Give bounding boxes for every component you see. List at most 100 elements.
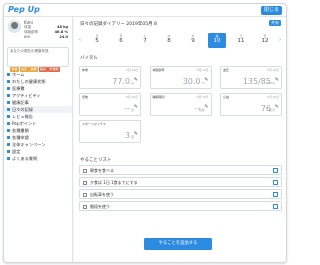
sidebar-item[interactable]: アクティビティ xyxy=(4,92,72,99)
vital-card[interactable]: 体脂肪率 5月 10日 30.0% ✎ xyxy=(149,66,212,89)
vital-card[interactable]: スポーツマイナス 3 回 ✎ xyxy=(79,120,141,143)
todo-checkbox[interactable] xyxy=(83,168,87,173)
share-button[interactable]: 共有 xyxy=(269,20,281,26)
date-cell[interactable]: 水8 xyxy=(160,33,178,48)
menu-bullet-icon xyxy=(7,73,10,76)
sidebar-item-label: 日々の記録 xyxy=(12,107,33,112)
menu-bullet-icon xyxy=(7,157,10,160)
date-day: 5 xyxy=(95,38,99,44)
menu-bullet-icon xyxy=(7,129,10,132)
calendar-icon[interactable] xyxy=(273,180,278,185)
sidebar-item[interactable]: レビュ報告 xyxy=(4,113,72,120)
vital-date: 5月 10日 xyxy=(196,95,209,99)
todo-checkbox[interactable] xyxy=(83,180,87,185)
vital-value: -- xyxy=(124,104,130,113)
calendar-icon[interactable] xyxy=(273,192,278,197)
next-date-arrow-icon[interactable]: › xyxy=(279,37,281,43)
sidebar-item-label: 設定 xyxy=(12,149,21,154)
edit-pencil-icon[interactable]: ✎ xyxy=(134,77,138,83)
menu-bullet-icon xyxy=(7,87,10,90)
date-day: 7 xyxy=(143,38,147,44)
sidebar-item[interactable]: 全体キャンペーン xyxy=(4,141,72,148)
menu-bullet-icon xyxy=(7,80,10,83)
todo-item: 夕食は 1日 1食までにする xyxy=(79,177,282,187)
sidebar-item[interactable]: 各種申請 xyxy=(4,134,72,141)
date-cell[interactable]: 土 11 xyxy=(232,33,250,48)
date-cell[interactable]: 日5 xyxy=(88,33,106,48)
vital-title: 心拍 xyxy=(223,95,230,99)
sidebar-item[interactable]: 医療費 xyxy=(4,85,72,92)
close-button[interactable]: 閉じる xyxy=(260,6,282,15)
calendar-icon[interactable] xyxy=(273,168,278,173)
vital-value: 3 xyxy=(124,131,130,140)
sidebar-item[interactable]: よくある質問 xyxy=(4,155,72,162)
sidebar-item-label: 全体キャンペーン xyxy=(12,142,46,147)
date-day: 12 xyxy=(261,38,269,44)
sidebar-item[interactable]: わたしの健康状態 xyxy=(4,78,72,85)
page-title: 日々の記録ダイアリー 2019年05月 8 xyxy=(80,22,157,27)
app-window: Pep Up 閉じる Kimi 体重 48 kg 体脂肪率 46.8 % BMI 24… xyxy=(3,3,287,263)
sidebar-item[interactable]: 健康記事 xyxy=(4,99,72,106)
vital-card[interactable]: 体重 5月 10日 77.0 kg ✎ xyxy=(79,66,141,89)
sidebar-item-label: 各種申請 xyxy=(12,135,29,140)
edit-pencil-icon[interactable]: ✎ xyxy=(275,104,279,110)
vital-title: 体脂肪率 xyxy=(152,68,165,72)
vital-date: 5月 10日 xyxy=(267,68,279,72)
todo-checkbox[interactable] xyxy=(83,204,87,209)
todo-label: 朝食を食べる xyxy=(90,168,114,173)
date-cell[interactable]: 月6 xyxy=(112,33,130,48)
menu-bullet-icon xyxy=(7,136,10,139)
sidebar-item[interactable]: Pepポイント xyxy=(4,120,72,127)
menu-bullet-icon xyxy=(7,143,10,146)
date-day: 9 xyxy=(191,38,195,44)
calendar-icon[interactable] xyxy=(273,204,278,209)
vitals-section-label: バイタル xyxy=(80,56,98,61)
sidebar-item-label: 各種書類 xyxy=(12,128,29,133)
edit-pencil-icon[interactable]: ✎ xyxy=(204,104,208,110)
edit-pencil-icon[interactable]: ✎ xyxy=(134,104,138,110)
vital-title: 睡眠時間 xyxy=(152,95,165,99)
sidebar-item[interactable]: 各種書類 xyxy=(4,127,72,134)
sidebar-item[interactable]: 設定 xyxy=(4,148,72,155)
avatar[interactable] xyxy=(8,20,21,33)
sidebar-item-label: 医療費 xyxy=(12,86,25,91)
sidebar-item[interactable]: 日々の記録 xyxy=(4,106,72,113)
date-cell[interactable]: 日 12 xyxy=(256,33,274,48)
sidebar-item-label: レビュ報告 xyxy=(12,114,33,119)
date-day: 6 xyxy=(119,38,123,44)
prev-date-arrow-icon[interactable]: ‹ xyxy=(79,37,81,43)
date-cell[interactable]: 火7 xyxy=(136,33,154,48)
todo-item: 階段を使う xyxy=(79,201,282,211)
sidebar-item-label: Pepポイント xyxy=(12,121,37,126)
todo-section-label: やることリスト xyxy=(80,158,112,163)
todo-label: 自転車を使う xyxy=(90,192,114,197)
vital-card[interactable]: 血圧 5月 10日 135/85 mmHg ✎ xyxy=(220,66,282,89)
edit-pencil-icon[interactable]: ✎ xyxy=(134,131,138,137)
vital-card[interactable]: 歩数 5月 10日 -- 歩 ✎ xyxy=(79,93,141,116)
main-content: 日々の記録ダイアリー 2019年05月 8 共有 ‹ › 日5 月6 火7 水8 木9 金… xyxy=(74,17,286,262)
date-day: 10 xyxy=(213,38,221,44)
vital-card[interactable]: 睡眠時間 5月 10日 -- 時間 ✎ xyxy=(149,93,212,116)
sidebar-menu: ホーム わたしの健康状態 医療費アクティビティ 健康記事 日々の記録レビュ報告 Pepポイ… xyxy=(4,71,72,162)
sidebar: Kimi 体重 48 kg 体脂肪率 46.8 % BMI 24.0 あなたの現在の健… xyxy=(4,17,73,262)
menu-bullet-icon xyxy=(7,150,10,153)
sidebar-item-label: アクティビティ xyxy=(12,93,41,98)
sidebar-item-label: よくある質問 xyxy=(12,156,38,161)
vital-card[interactable]: 心拍 5月 10日 76 拍/分 ✎ xyxy=(220,93,282,116)
edit-pencil-icon[interactable]: ✎ xyxy=(204,77,208,83)
add-todo-button[interactable]: やることを追加する xyxy=(144,238,212,250)
app-logo[interactable]: Pep Up xyxy=(8,5,40,14)
sidebar-item-label: わたしの健康状態 xyxy=(12,79,46,84)
edit-pencil-icon[interactable]: ✎ xyxy=(275,77,279,83)
menu-bullet-icon xyxy=(7,115,10,118)
vital-date: 5月 10日 xyxy=(126,68,138,72)
vital-title: 歩数 xyxy=(82,95,89,99)
vital-value: 77.0 xyxy=(112,77,130,86)
date-cell[interactable]: 木9 xyxy=(184,33,202,48)
vital-date: 5月 10日 xyxy=(267,95,279,99)
todo-label: 階段を使う xyxy=(90,204,110,209)
sidebar-item[interactable]: ホーム xyxy=(4,71,72,78)
todo-checkbox[interactable] xyxy=(83,192,87,197)
date-cell[interactable]: 金 10 xyxy=(208,33,226,48)
todo-item: 朝食を食べる xyxy=(79,165,282,175)
